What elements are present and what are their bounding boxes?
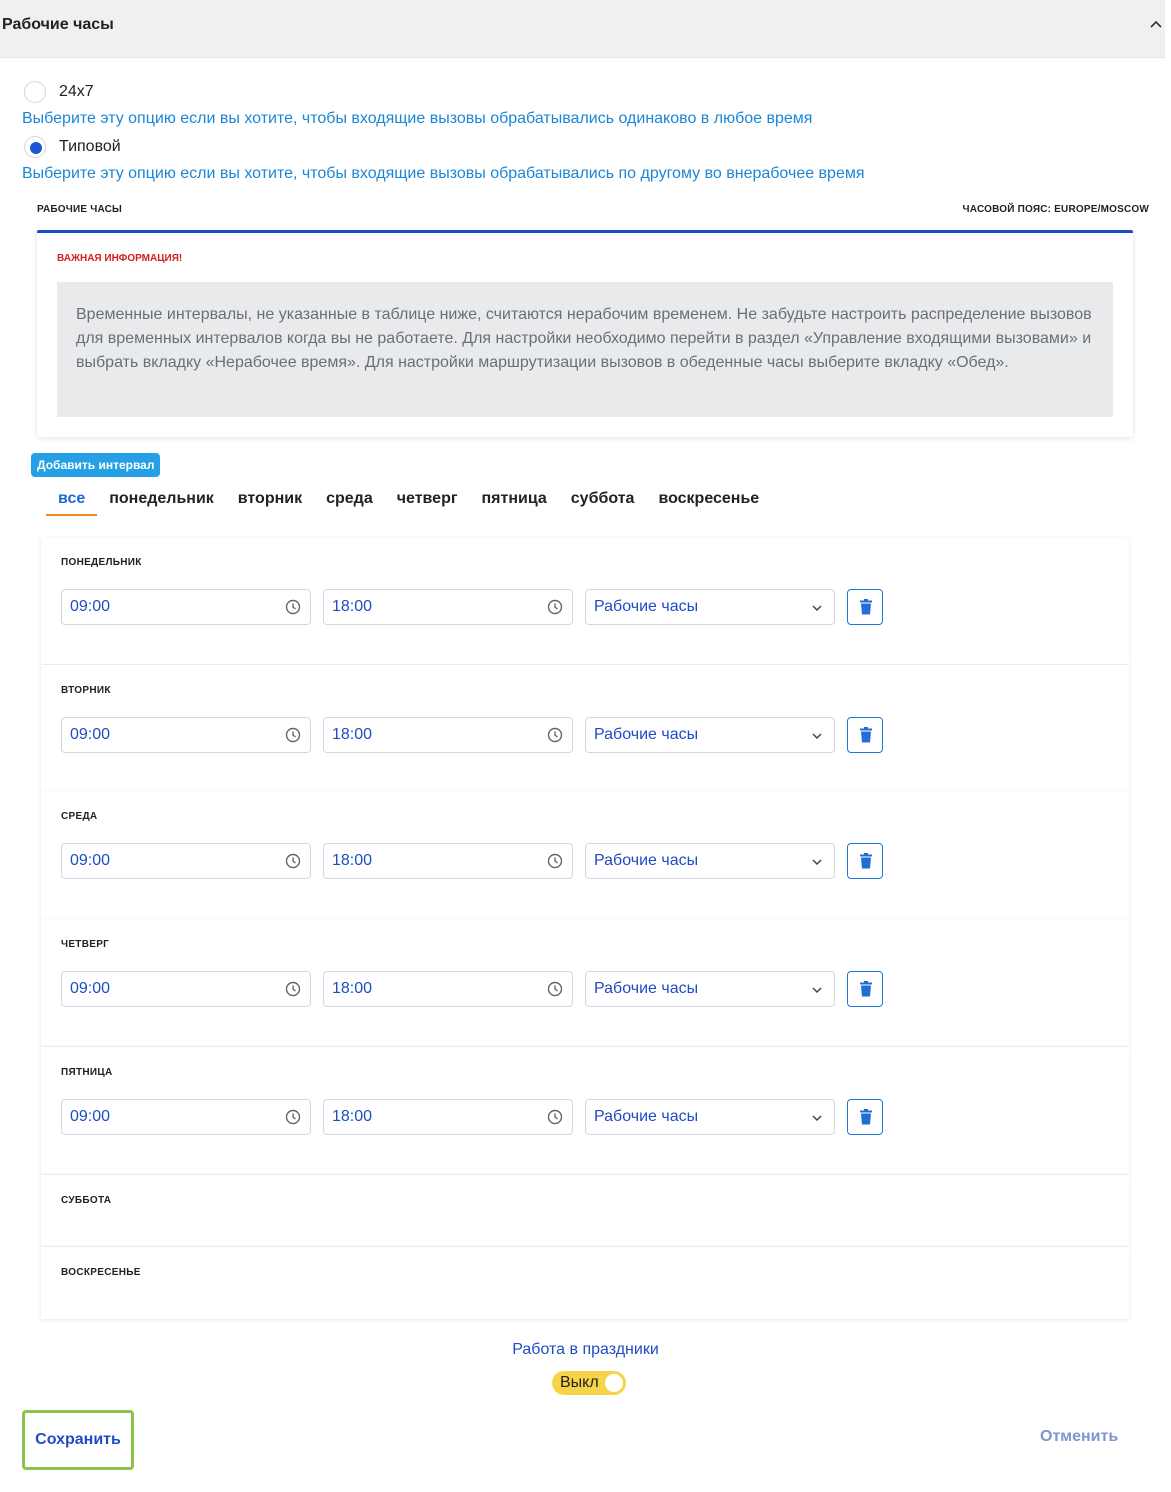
trash-icon [860, 599, 872, 615]
add-interval-button[interactable]: Добавить интервал [31, 453, 161, 477]
clock-icon [285, 1109, 301, 1125]
info-title: ВАЖНАЯ ИНФОРМАЦИЯ! [57, 253, 183, 264]
clock-icon [285, 599, 301, 615]
tab-tuesday[interactable]: вторник [226, 488, 314, 516]
day-tabs: все понедельник вторник среда четверг пя… [46, 488, 771, 518]
delete-interval-button[interactable] [847, 971, 883, 1007]
clock-icon [547, 727, 563, 743]
chevron-down-icon [812, 1115, 822, 1122]
section-header[interactable]: Рабочие часы [0, 0, 1165, 58]
interval-type-select[interactable]: Рабочие часы [585, 589, 835, 625]
schedule-caption: РАБОЧИЕ ЧАСЫ [37, 204, 123, 215]
chevron-down-icon [812, 859, 822, 866]
chevron-down-icon [812, 733, 822, 740]
tab-wednesday[interactable]: среда [314, 488, 385, 516]
trash-icon [860, 1109, 872, 1125]
clock-icon [547, 1109, 563, 1125]
clock-icon [285, 853, 301, 869]
start-time-input[interactable]: 09:00 [61, 717, 311, 753]
end-time-input[interactable]: 18:00 [323, 1099, 573, 1135]
interval-type-select[interactable]: Рабочие часы [585, 843, 835, 879]
interval-type-select[interactable]: Рабочие часы [585, 1099, 835, 1135]
radio-label-24x7: 24x7 [59, 83, 94, 100]
cancel-button[interactable]: Отменить [1040, 1428, 1118, 1446]
day-card-friday: ПЯТНИЦА 09:00 18:00 Рабочие часы [41, 1047, 1129, 1174]
day-card-sunday: ВОСКРЕСЕНЬЕ [41, 1247, 1129, 1319]
day-card-monday: ПОНЕДЕЛЬНИК 09:00 18:00 Рабочие часы [41, 537, 1129, 664]
delete-interval-button[interactable] [847, 717, 883, 753]
start-time-input[interactable]: 09:00 [61, 1099, 311, 1135]
radio-typical[interactable] [24, 136, 46, 158]
trash-icon [860, 981, 872, 997]
hint-typical: Выберите эту опцию если вы хотите, чтобы… [22, 165, 865, 182]
delete-interval-button[interactable] [847, 1099, 883, 1135]
start-time-input[interactable]: 09:00 [61, 843, 311, 879]
trash-icon [860, 853, 872, 869]
radio-24x7[interactable] [24, 81, 46, 103]
end-time-input[interactable]: 18:00 [323, 843, 573, 879]
day-label: ЧЕТВЕРГ [61, 939, 110, 950]
tab-saturday[interactable]: суббота [559, 488, 647, 516]
chevron-up-icon[interactable] [1149, 18, 1163, 32]
day-card-tuesday: ВТОРНИК 09:00 18:00 Рабочие часы [41, 665, 1129, 791]
day-label: ПОНЕДЕЛЬНИК [61, 557, 142, 568]
start-time-input[interactable]: 09:00 [61, 971, 311, 1007]
day-card-thursday: ЧЕТВЕРГ 09:00 18:00 Рабочие часы [41, 919, 1129, 1046]
start-time-input[interactable]: 09:00 [61, 589, 311, 625]
day-card-wednesday: СРЕДА 09:00 18:00 Рабочие часы [41, 791, 1129, 919]
hint-24x7: Выберите эту опцию если вы хотите, чтобы… [22, 110, 813, 127]
tab-sunday[interactable]: воскресенье [646, 488, 771, 516]
clock-icon [547, 981, 563, 997]
delete-interval-button[interactable] [847, 843, 883, 879]
end-time-input[interactable]: 18:00 [323, 971, 573, 1007]
tab-all[interactable]: все [46, 488, 98, 516]
clock-icon [285, 727, 301, 743]
interval-type-select[interactable]: Рабочие часы [585, 971, 835, 1007]
tab-thursday[interactable]: четверг [385, 488, 470, 516]
info-text: Временные интервалы, не указанные в табл… [57, 282, 1113, 417]
toggle-label: Выкл [560, 1374, 599, 1391]
interval-type-select[interactable]: Рабочие часы [585, 717, 835, 753]
clock-icon [547, 599, 563, 615]
clock-icon [547, 853, 563, 869]
day-label: СУББОТА [61, 1195, 112, 1206]
delete-interval-button[interactable] [847, 589, 883, 625]
holiday-work-title: Работа в праздники [512, 1341, 659, 1358]
day-label: ВТОРНИК [61, 685, 111, 696]
save-button[interactable]: Сохранить [22, 1410, 134, 1470]
tab-friday[interactable]: пятница [470, 488, 559, 516]
chevron-down-icon [812, 605, 822, 612]
end-time-input[interactable]: 18:00 [323, 589, 573, 625]
day-label: ВОСКРЕСЕНЬЕ [61, 1267, 141, 1278]
end-time-input[interactable]: 18:00 [323, 717, 573, 753]
mode-option-typical[interactable]: Типовой [24, 135, 121, 159]
mode-option-24x7[interactable]: 24x7 [24, 80, 94, 104]
holiday-toggle[interactable]: Выкл [552, 1371, 626, 1395]
section-title: Рабочие часы [2, 16, 114, 33]
tab-monday[interactable]: понедельник [97, 488, 226, 516]
toggle-knob [605, 1374, 623, 1392]
day-label: ПЯТНИЦА [61, 1067, 113, 1078]
chevron-down-icon [812, 987, 822, 994]
important-info-card: ВАЖНАЯ ИНФОРМАЦИЯ! Временные интервалы, … [37, 230, 1133, 437]
day-card-saturday: СУББОТА [41, 1175, 1129, 1246]
timezone-caption: ЧАСОВОЙ ПОЯС: EUROPE/MOSCOW [962, 204, 1149, 215]
trash-icon [860, 727, 872, 743]
radio-label-typical: Типовой [59, 138, 121, 155]
day-label: СРЕДА [61, 811, 98, 822]
clock-icon [285, 981, 301, 997]
